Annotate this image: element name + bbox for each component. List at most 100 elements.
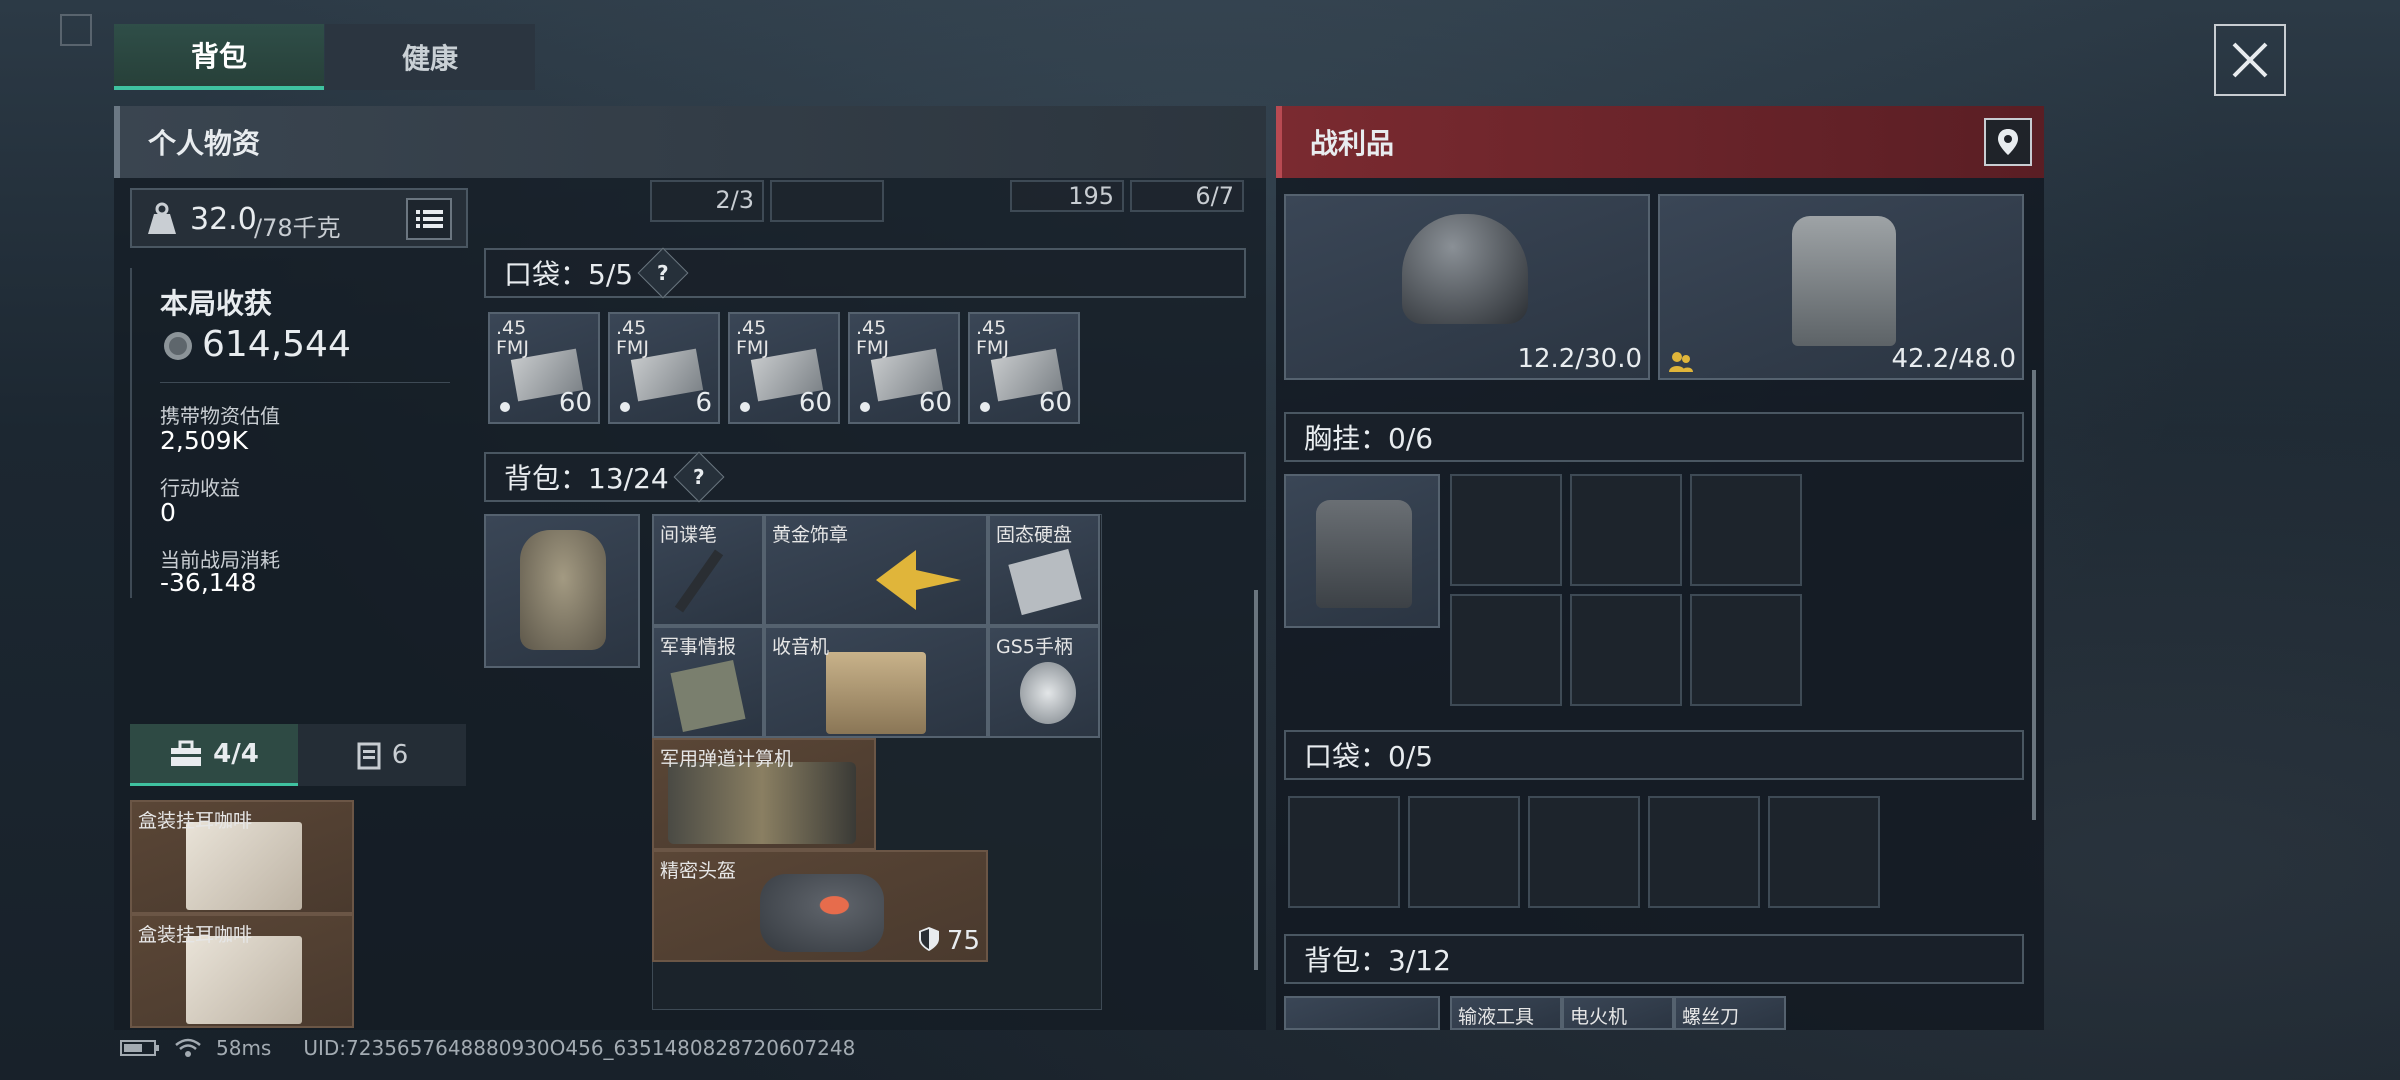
loot-pocket-slot[interactable]: [1528, 796, 1640, 908]
pocket-ammo-slot[interactable]: .45 FMJ 6: [608, 312, 720, 424]
item-label: 收音机: [772, 636, 830, 658]
item-label: 间谍笔: [660, 524, 718, 546]
case-icon: [357, 742, 381, 770]
loot-bag-item-igniter[interactable]: 电火机: [1562, 996, 1674, 1030]
battery-icon: [120, 1040, 159, 1056]
partial-slot[interactable]: 6/7: [1130, 180, 1244, 212]
loot-armor-slot[interactable]: 42.2/48.0: [1658, 194, 2024, 380]
haul-title: 本局收获: [160, 287, 273, 320]
item-label: 精密头盔: [660, 860, 737, 882]
wifi-icon: [175, 1038, 201, 1057]
loot-pocket-slot[interactable]: [1648, 796, 1760, 908]
dot-icon: [980, 402, 990, 412]
tab-health[interactable]: 健康: [325, 24, 535, 90]
chest-rig-equipped[interactable]: [1284, 474, 1440, 628]
helmet-durability: 12.2/30.0: [1517, 344, 1642, 374]
haul-section: 本局收获 614,544 携带物资估值 2,509K 行动收益 0 当前战局消耗…: [130, 268, 468, 598]
bag-item-gold-badge[interactable]: 黄金饰章: [764, 514, 988, 626]
chest-rig-slot[interactable]: [1450, 474, 1562, 586]
list-button[interactable]: [406, 198, 452, 240]
bag-item-military-intel[interactable]: 军事情报: [652, 626, 764, 738]
list-icon: [416, 210, 443, 228]
loot-pocket-slot[interactable]: [1408, 796, 1520, 908]
loot-bag-equipped[interactable]: [1284, 996, 1440, 1030]
dot-icon: [500, 402, 510, 412]
tab-tools[interactable]: 4/4: [130, 724, 298, 786]
chest-rig-header: 胸挂：0/6: [1284, 412, 2024, 462]
bag-item-precision-helmet[interactable]: 精密头盔 75: [652, 850, 988, 962]
ammo-count: 60: [1038, 388, 1072, 418]
chest-rig-label: 胸挂：0/6: [1304, 422, 1434, 455]
chest-rig-slot[interactable]: [1450, 594, 1562, 706]
item-label: 黄金饰章: [772, 524, 849, 546]
ammo-label: .45 FMJ: [976, 317, 1009, 359]
chest-rig-slot[interactable]: [1570, 594, 1682, 706]
tab-cases[interactable]: 6: [298, 724, 466, 786]
loot-header: 战利品: [1276, 106, 2044, 178]
dot-icon: [620, 402, 630, 412]
bag-item-radio[interactable]: 收音机: [764, 626, 988, 738]
bag-item-ssd[interactable]: 固态硬盘: [988, 514, 1100, 626]
ammo-label: .45 FMJ: [616, 317, 649, 359]
loot-pocket-slot[interactable]: [1768, 796, 1880, 908]
loot-bag-label: 背包：3/12: [1304, 944, 1451, 977]
loot-scrollbar[interactable]: [2032, 370, 2036, 820]
bag-item-spy-pen[interactable]: 间谍笔: [652, 514, 764, 626]
duffel-icon: [760, 874, 884, 952]
partial-count: 6/7: [1195, 182, 1234, 210]
loot-title: 战利品: [1310, 127, 1395, 160]
ammo-count: 60: [798, 388, 832, 418]
loot-bag-item-screwdriver[interactable]: 螺丝刀: [1674, 996, 1786, 1030]
help-icon[interactable]: ?: [673, 451, 725, 503]
item-label: 螺丝刀: [1682, 1006, 1740, 1028]
pocket-ammo-slot[interactable]: .45 FMJ 60: [728, 312, 840, 424]
shield-icon: [919, 927, 939, 951]
action-value: 0: [160, 498, 176, 527]
consumable-label: 盒装挂耳咖啡: [138, 810, 253, 832]
partial-count: 195: [1068, 182, 1114, 210]
chest-rig-slot[interactable]: [1690, 594, 1802, 706]
partial-slot[interactable]: 195: [1010, 180, 1124, 212]
consumable-coffee-1[interactable]: 盒装挂耳咖啡: [130, 800, 354, 914]
uid: UID:7235657648880930O456_635148082872060…: [303, 1036, 856, 1060]
pocket-ammo-slot[interactable]: .45 FMJ 60: [968, 312, 1080, 424]
chest-rig-slot[interactable]: [1690, 474, 1802, 586]
loot-helmet-slot[interactable]: 12.2/30.0: [1284, 194, 1650, 380]
partial-slot[interactable]: 2/3: [650, 180, 764, 222]
tab-backpack[interactable]: 背包: [114, 24, 324, 90]
status-bar: 58ms UID:7235657648880930O456_6351480828…: [120, 1032, 1120, 1064]
intel-icon: [670, 660, 746, 732]
ssd-icon: [1008, 548, 1082, 616]
weight-box: 32.0 /78千克: [130, 188, 468, 248]
location-button[interactable]: [1984, 118, 2032, 166]
chest-rig-slot[interactable]: [1570, 474, 1682, 586]
coin-icon: [164, 332, 192, 360]
pocket-ammo-slot[interactable]: .45 FMJ 60: [488, 312, 600, 424]
consume-value: -36,148: [160, 568, 257, 597]
gold-badge-icon: [806, 550, 961, 610]
haul-value: 614,544: [202, 324, 351, 365]
bag-item-gs5-controller[interactable]: GS5手柄: [988, 626, 1100, 738]
center-scrollbar[interactable]: [1254, 590, 1258, 970]
chest-rig-icon: [1316, 500, 1412, 608]
loot-pocket-slot[interactable]: [1288, 796, 1400, 908]
carry-label: 携带物资估值: [160, 404, 280, 428]
pocket-ammo-slot[interactable]: .45 FMJ 60: [848, 312, 960, 424]
consumable-coffee-2[interactable]: 盒装挂耳咖啡: [130, 914, 354, 1028]
box-count: 6: [391, 740, 409, 770]
toolbox-icon: [171, 740, 202, 766]
armor-durability: 42.2/48.0: [1891, 344, 2016, 374]
bag-item-ballistic-computer[interactable]: 军用弹道计算机: [652, 738, 876, 850]
pocket-label: 口袋：5/5: [504, 258, 634, 291]
loot-bag-item-infusion[interactable]: 输液工具: [1450, 996, 1562, 1030]
weight-icon: [148, 202, 176, 234]
bag-header: 背包：13/24 ?: [484, 451, 1246, 503]
armor-vest-icon: [1792, 216, 1896, 346]
partial-slot[interactable]: [770, 180, 884, 222]
menu-square[interactable]: [60, 14, 92, 46]
ammo-count: 60: [918, 388, 952, 418]
pen-icon: [674, 549, 724, 613]
close-button[interactable]: [2214, 24, 2286, 96]
backpack-equipped[interactable]: [484, 514, 640, 668]
help-icon[interactable]: ?: [637, 247, 689, 299]
